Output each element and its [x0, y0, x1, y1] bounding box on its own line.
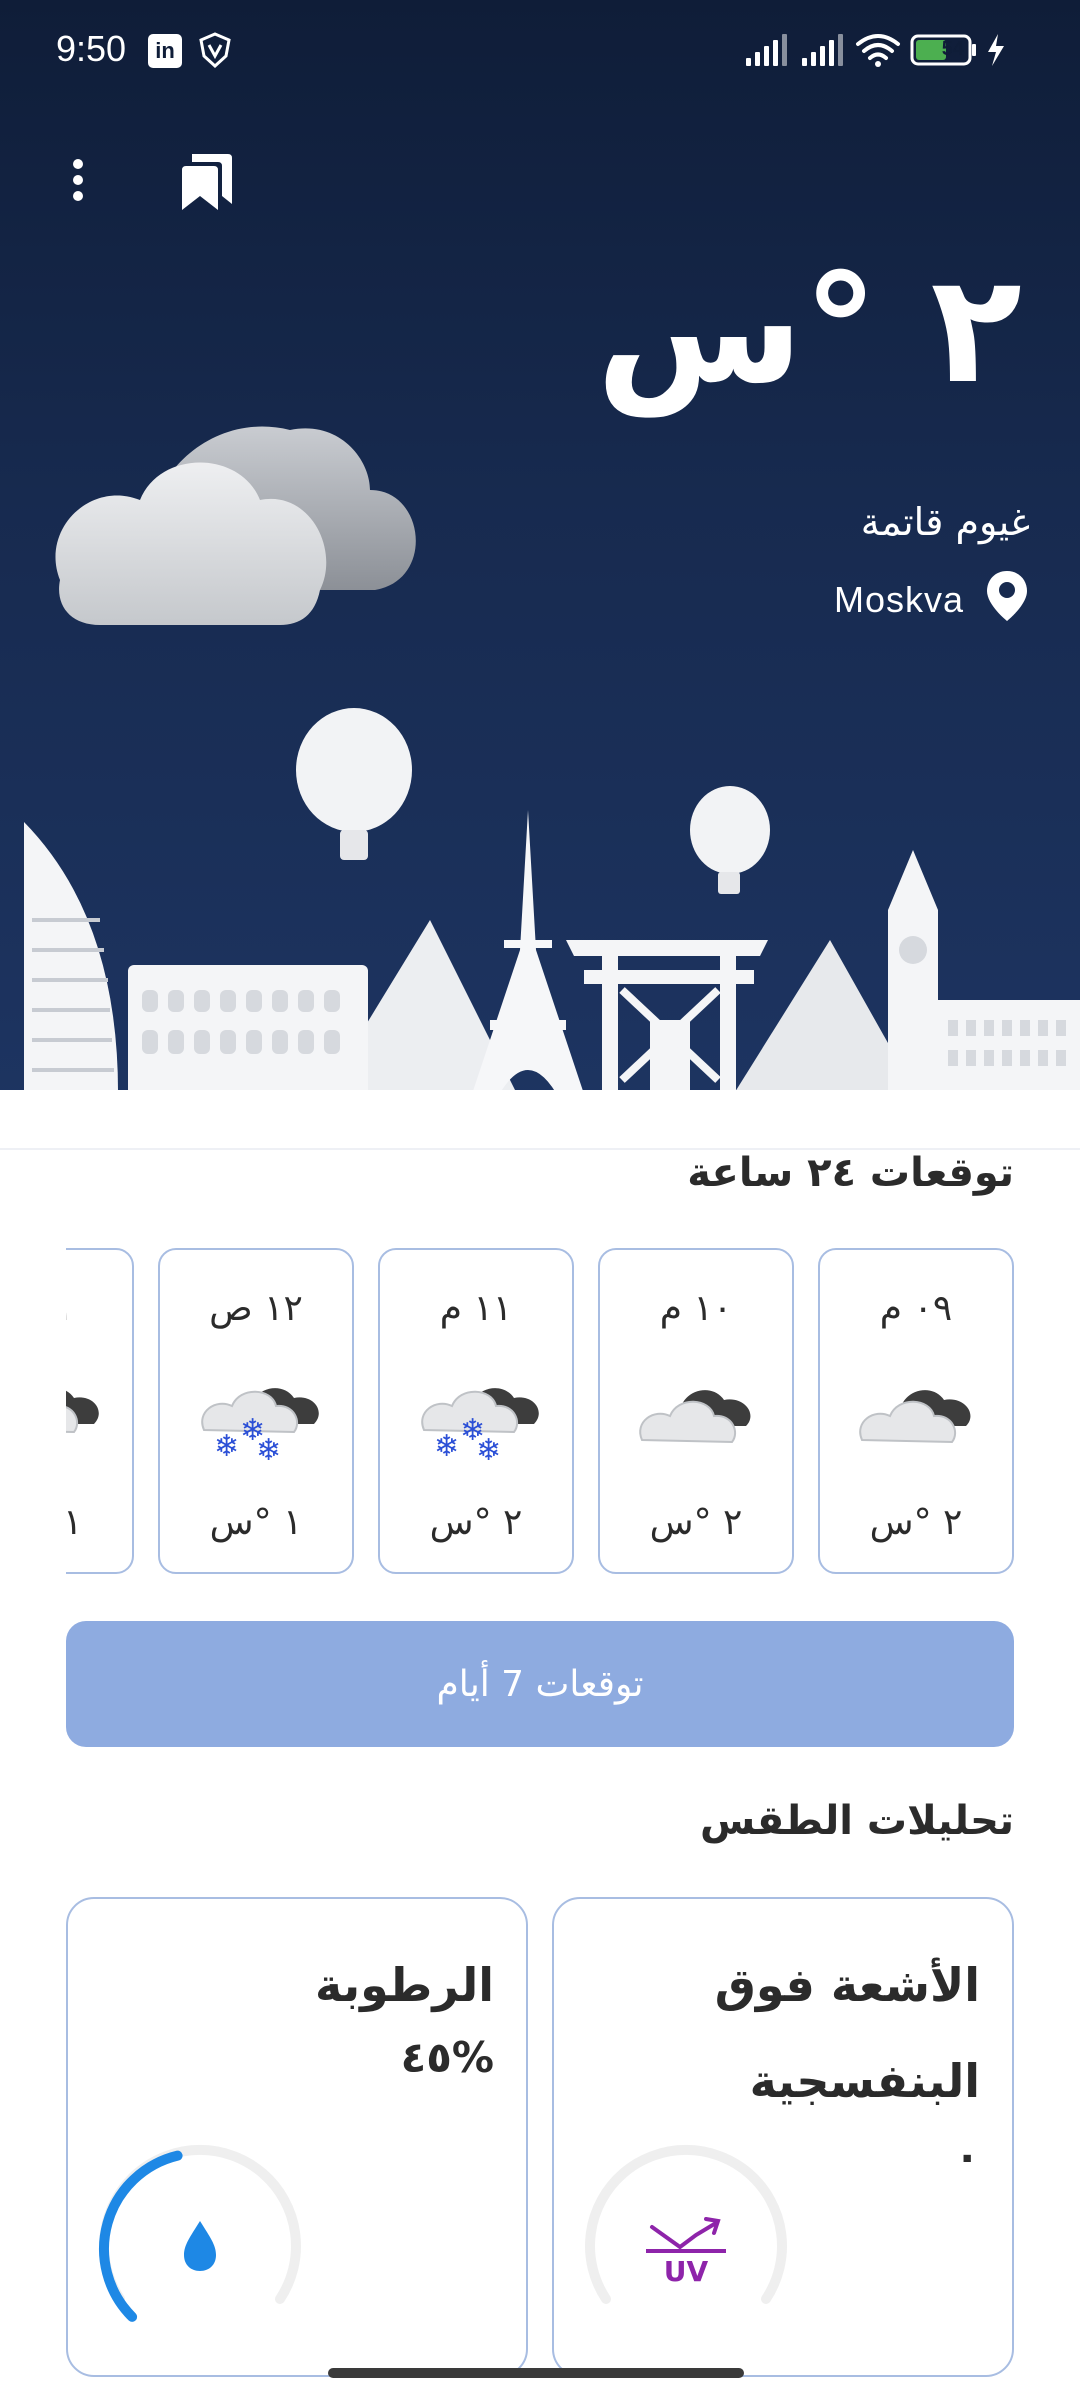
location-row[interactable]: Moskva — [834, 570, 1030, 630]
uv-title-line1: الأشعة فوق — [714, 1958, 980, 2012]
hour-temperature: ٢ °س — [869, 1502, 963, 1543]
svg-text:❄: ❄ — [476, 1433, 501, 1460]
uv-title: الأشعة فوق البنفسجية — [580, 1937, 980, 2129]
status-time: 9:50 — [56, 28, 127, 69]
hour-temperature: ٢ °س — [649, 1502, 743, 1543]
analysis-title: تحليلات الطقس — [699, 1798, 1014, 1844]
signal-icon — [746, 34, 787, 66]
home-indicator[interactable] — [328, 2368, 744, 2378]
cloudy-icon — [634, 1360, 762, 1464]
hour-card[interactable]: ١ ص ❄❄❄ ١ °س — [66, 1248, 134, 1574]
hour-time: ١٠ م — [659, 1288, 733, 1329]
more-vertical-icon[interactable] — [60, 150, 96, 210]
hour-card[interactable]: ١١ م ❄ ❄ ❄ ٢ °س — [378, 1248, 574, 1574]
uv-index-card[interactable]: الأشعة فوق البنفسجية ٠ UV — [552, 1897, 1014, 2377]
shield-icon — [198, 32, 232, 72]
snow-cloud-icon: ❄❄❄ — [66, 1360, 102, 1464]
snow-cloud-icon: ❄❄❄ — [194, 1360, 322, 1468]
hour-temperature: ١ °س — [66, 1502, 83, 1543]
svg-text:❄: ❄ — [214, 1429, 239, 1460]
hour-temperature: ١ °س — [209, 1502, 303, 1543]
weather-cloud-icon — [40, 350, 450, 654]
uv-title-line2: البنفسجية — [749, 2054, 980, 2108]
humidity-title: الرطوبة — [315, 1958, 494, 2012]
snow-cloud-icon: ❄❄❄ — [414, 1360, 542, 1468]
hourly-title: توقعات ٢٤ ساعة — [687, 1150, 1014, 1196]
wifi-icon — [856, 34, 900, 60]
seven-day-forecast-button[interactable]: توقعات 7 أيام — [66, 1621, 1014, 1747]
hero-header: 9:50 in 54 ٢ °س غيوم قاتمة Moskva — [0, 0, 1080, 1100]
uv-icon — [646, 2217, 726, 2253]
hour-temperature: ٢ °س — [429, 1502, 523, 1543]
uv-icon-label: UV — [664, 2255, 709, 2288]
humidity-gauge-fill — [99, 2150, 183, 2322]
bookmarks-icon[interactable] — [176, 150, 236, 214]
uv-gauge: UV — [576, 2139, 796, 2363]
current-condition: غيوم قاتمة — [860, 500, 1030, 544]
hour-card[interactable]: ٠٩ م ٢ °س — [818, 1248, 1014, 1574]
current-temperature: ٢ °س — [596, 243, 1022, 417]
humidity-value: %٤٥ — [400, 2033, 494, 2082]
hour-time: ٠٩ م — [879, 1288, 953, 1329]
status-bar: 9:50 in — [0, 0, 1080, 100]
hour-card[interactable]: ١٠ م ٢ °س — [598, 1248, 794, 1574]
water-drop-icon — [184, 2221, 216, 2271]
hour-time: ١١ م — [439, 1288, 513, 1329]
location-name: Moskva — [833, 579, 964, 620]
humidity-card[interactable]: الرطوبة %٤٥ — [66, 1897, 528, 2377]
hourly-forecast-list[interactable]: ٠٩ م ٢ °س ١٠ م ٢ °س ١١ م ❄ ❄ ❄ ٢ °س ١٢ ص ❄… — [66, 1248, 1014, 1576]
status-icons — [746, 30, 1026, 70]
uv-value: ٠ — [954, 2131, 980, 2180]
location-pin-icon — [984, 569, 1030, 632]
city-skyline-illustration — [0, 700, 1080, 1100]
charging-icon — [988, 34, 1004, 66]
battery-level: 54 — [941, 38, 964, 60]
humidity-gauge — [90, 2139, 310, 2363]
signal-icon-2 — [802, 34, 843, 66]
svg-text:❄: ❄ — [434, 1429, 459, 1460]
hour-time: ١ ص — [66, 1288, 132, 1329]
svg-text:❄: ❄ — [256, 1433, 281, 1460]
linkedin-icon: in — [148, 34, 182, 68]
cloudy-icon — [854, 1360, 982, 1464]
hour-time: ١٢ ص — [209, 1288, 303, 1329]
hour-card[interactable]: ١٢ ص ❄ ❄ ❄ ١ °س — [158, 1248, 354, 1574]
